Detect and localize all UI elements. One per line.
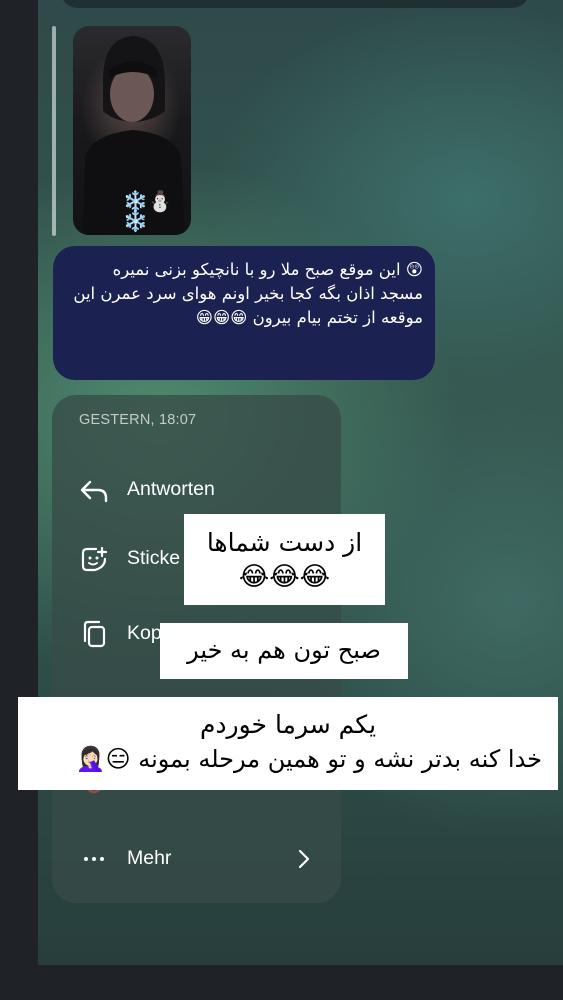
copy-icon <box>83 620 106 648</box>
menu-item-label: Antworten <box>127 478 215 500</box>
story-text-overlay: از دست شماها 😂😂😂 <box>184 514 385 605</box>
story-text-overlay: صبح تون هم به خیر <box>160 623 408 679</box>
snowman-sticker: ❄️⛄❄️ <box>123 189 173 233</box>
sticker-icon <box>81 546 108 572</box>
overlay-text: صبح تون هم به خیر <box>187 636 381 664</box>
more-dots-icon <box>84 857 104 861</box>
story-text-overlay: یکم سرما خوردم خدا کنه بدتر نشه و تو همی… <box>18 697 558 790</box>
previous-message-edge <box>60 0 530 8</box>
reply-arrow-icon <box>80 480 108 503</box>
overlay-text: خدا کنه بدتر نشه و تو همین مرحله بمونه 😑… <box>75 745 542 773</box>
menu-item-reply[interactable]: Antworten <box>52 462 341 518</box>
overlay-text: یکم سرما خوردم <box>199 710 377 739</box>
menu-item-label: Mehr <box>127 847 172 869</box>
overlay-text: از دست شماها <box>206 528 363 557</box>
reply-indicator-bar <box>52 26 56 236</box>
overlay-emoji: 😂😂😂 <box>238 562 331 592</box>
video-message-thumbnail[interactable]: ❄️⛄❄️ <box>73 26 191 235</box>
menu-item-label: Sticke <box>127 547 181 569</box>
menu-item-label: Kop <box>127 622 162 644</box>
message-timestamp: GESTERN, 18:07 <box>79 412 197 428</box>
bottom-bar <box>0 965 563 1000</box>
message-bubble[interactable]: 😲 این موقع صبح ملا رو با نانچیکو بزنی نم… <box>53 246 435 380</box>
message-text: 😲 این موقع صبح ملا رو با نانچیکو بزنی نم… <box>73 260 423 327</box>
menu-item-more[interactable]: Mehr <box>52 831 341 887</box>
chevron-right-icon <box>298 849 310 869</box>
